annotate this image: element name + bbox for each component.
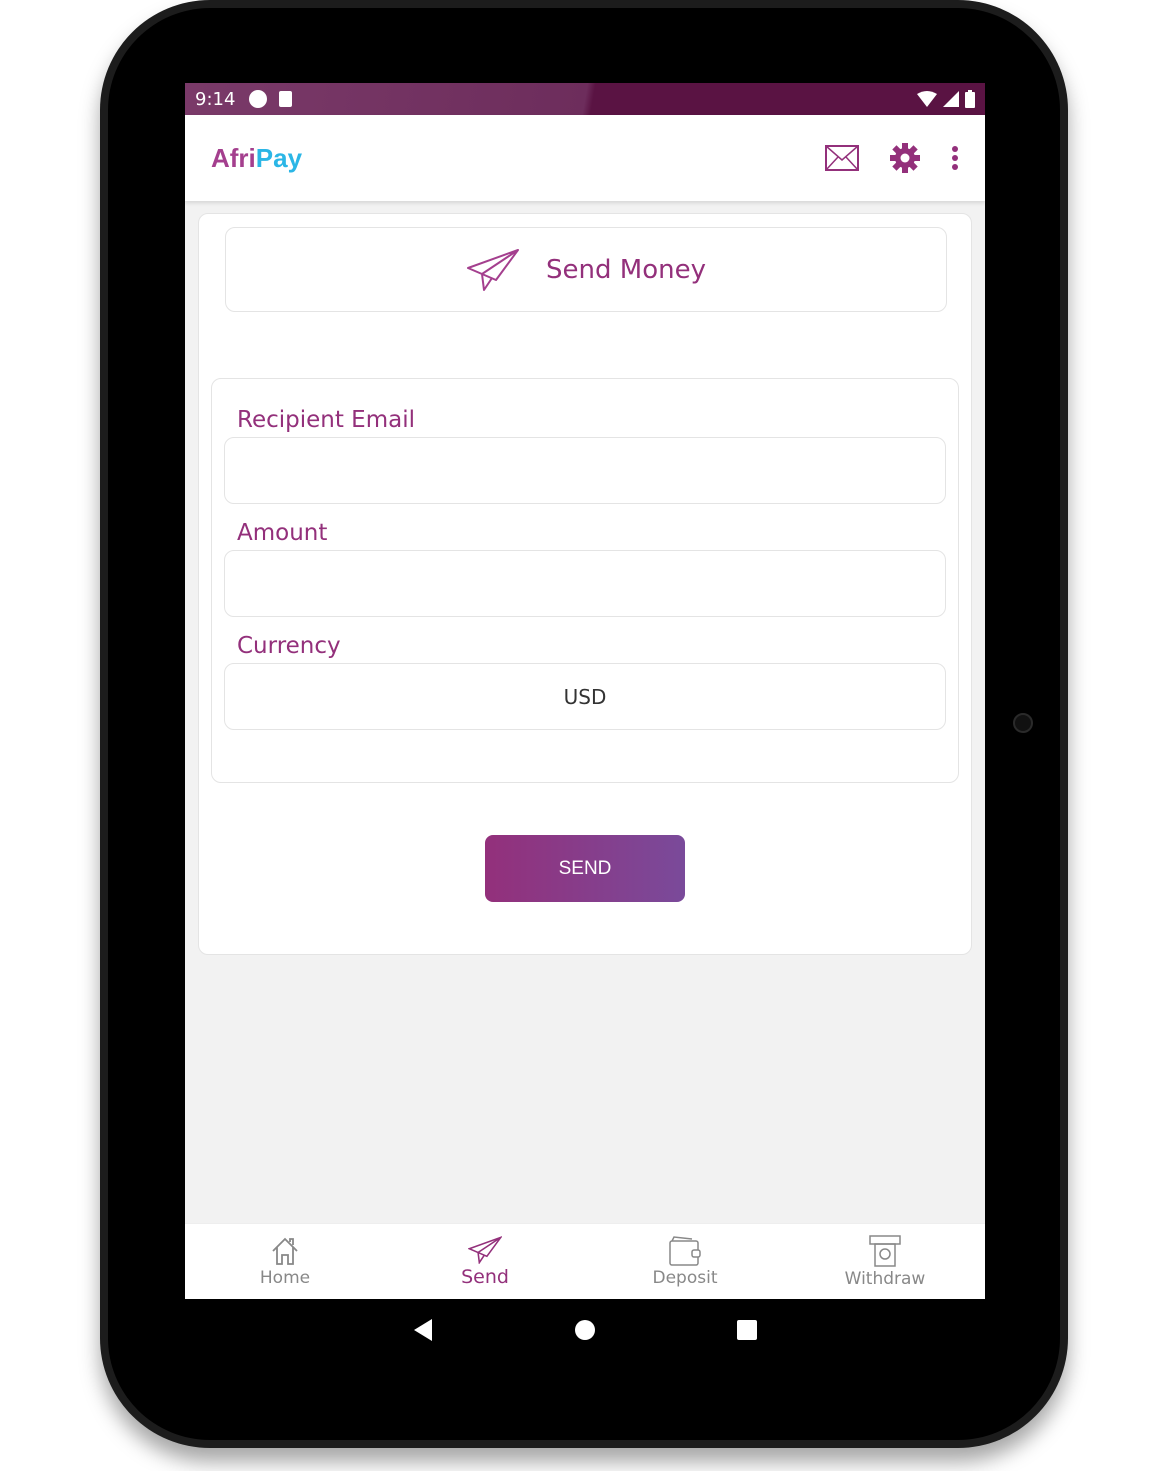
status-bar: 9:14 <box>185 83 985 115</box>
mail-icon[interactable] <box>825 145 859 171</box>
tab-withdraw[interactable]: Withdraw <box>785 1224 985 1299</box>
bottom-nav: Home Send Deposit Withdraw <box>185 1223 985 1299</box>
paper-plane-icon <box>467 248 520 291</box>
amount-input[interactable] <box>224 550 946 617</box>
recipient-email-input[interactable] <box>224 437 946 504</box>
back-icon[interactable] <box>412 1318 434 1342</box>
home-icon <box>272 1237 298 1265</box>
app-bar: AfriPay <box>185 115 985 201</box>
recents-icon[interactable] <box>736 1319 758 1341</box>
screen: 9:14 AfriPay Send Money Recipient Email … <box>185 83 985 1299</box>
wallet-icon <box>669 1235 701 1266</box>
home-circle-icon[interactable] <box>574 1319 596 1341</box>
page-title: Send Money <box>546 254 706 285</box>
send-money-card: Send Money Recipient Email Amount Curren… <box>198 213 972 955</box>
send-form: Recipient Email Amount Currency USD <box>211 378 959 783</box>
paper-plane-icon <box>468 1235 502 1264</box>
data-saver-icon <box>249 90 268 108</box>
send-button[interactable]: SEND <box>485 835 685 902</box>
sd-card-icon <box>279 91 293 107</box>
atm-cash-icon <box>869 1234 901 1267</box>
camera <box>1013 713 1033 733</box>
recipient-email-label: Recipient Email <box>237 407 415 433</box>
send-money-header: Send Money <box>225 227 947 312</box>
tab-home[interactable]: Home <box>185 1224 385 1299</box>
app-logo: AfriPay <box>211 142 303 173</box>
tab-send[interactable]: Send <box>385 1224 585 1299</box>
settings-gear-icon[interactable] <box>889 142 921 174</box>
currency-select[interactable]: USD <box>224 663 946 730</box>
currency-label: Currency <box>237 633 341 659</box>
wifi-icon <box>917 91 937 107</box>
more-vert-icon[interactable] <box>951 145 959 171</box>
tab-deposit[interactable]: Deposit <box>585 1224 785 1299</box>
status-time: 9:14 <box>195 88 236 110</box>
signal-icon <box>943 91 959 107</box>
system-nav-bar <box>185 1299 985 1361</box>
battery-icon <box>965 90 975 108</box>
amount-label: Amount <box>237 520 328 546</box>
